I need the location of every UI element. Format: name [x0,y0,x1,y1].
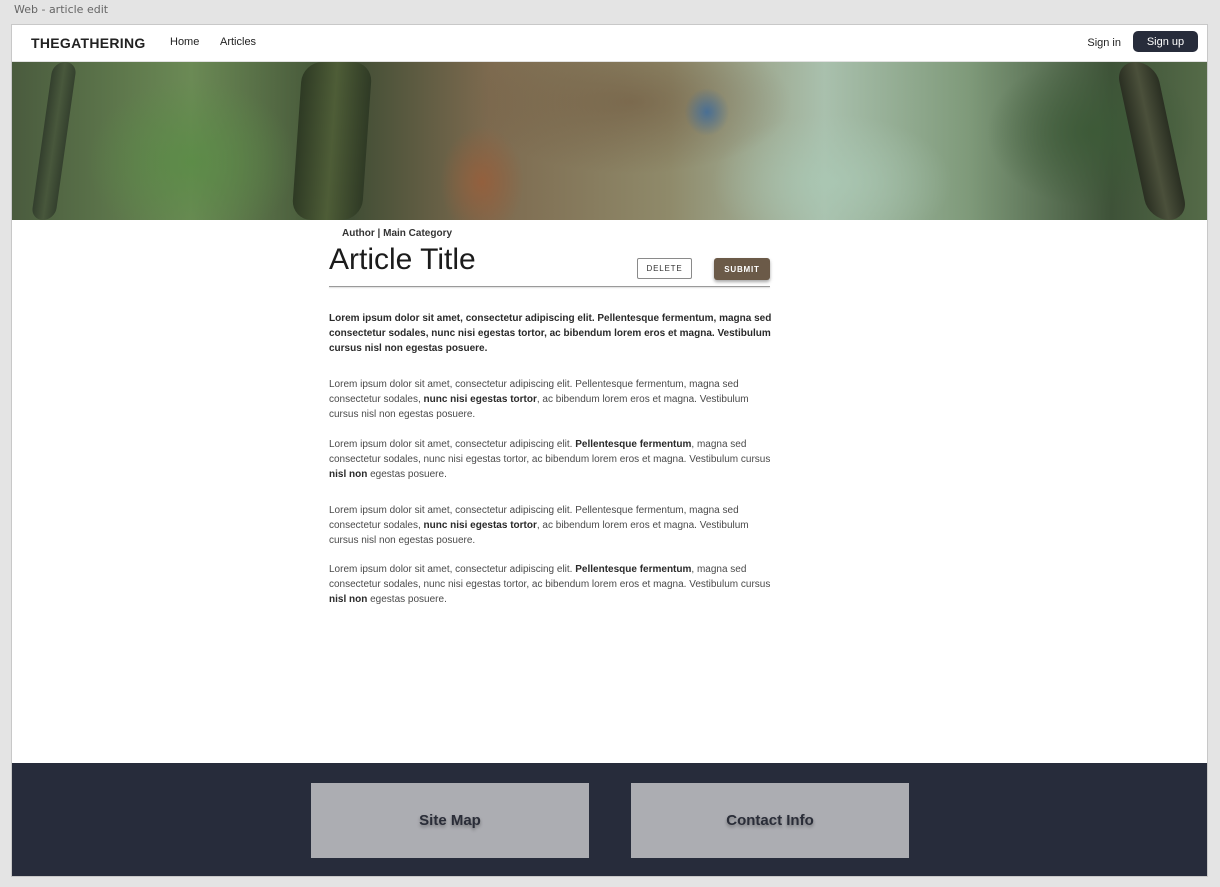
article-paragraph[interactable]: Lorem ipsum dolor sit amet, consectetur … [329,377,774,422]
bold-text: nisl non [329,469,368,480]
bold-text: nunc nisi egestas tortor [423,394,537,405]
sign-up-button[interactable]: Sign up [1133,31,1198,52]
article-paragraph[interactable]: Lorem ipsum dolor sit amet, consectetur … [329,311,774,356]
paragraph-text: Lorem ipsum dolor sit amet, consectetur … [329,313,772,354]
title-divider [329,286,770,287]
article-paragraph[interactable]: Lorem ipsum dolor sit amet, consectetur … [329,437,774,482]
hero-tree-trunk [1115,62,1189,220]
bold-text: nisl non [329,594,368,605]
submit-button[interactable]: SUBMIT [714,258,770,280]
delete-button[interactable]: DELETE [637,258,692,279]
window-title: Web - article edit [14,3,109,16]
article-paragraph[interactable]: Lorem ipsum dolor sit amet, consectetur … [329,562,774,607]
nav-articles-link[interactable]: Articles [220,36,256,48]
article-meta: Author | Main Category [342,228,453,239]
bold-text: Pellentesque fermentum [575,439,692,450]
contact-info-link[interactable]: Contact Info [631,783,909,858]
paragraph-text: egestas posuere. [367,594,447,605]
nav-home-link[interactable]: Home [170,36,199,48]
bold-text: nunc nisi egestas tortor [423,520,537,531]
hero-image [12,62,1207,220]
article-title[interactable]: Article Title [329,243,476,277]
paragraph-text: egestas posuere. [367,469,447,480]
bold-text: Pellentesque fermentum [575,564,692,575]
hero-tree-trunk [291,62,373,220]
site-map-link[interactable]: Site Map [311,783,589,858]
sign-in-link[interactable]: Sign in [1087,37,1121,49]
article-paragraph[interactable]: Lorem ipsum dolor sit amet, consectetur … [329,503,774,548]
top-nav: THEGATHERING Home Articles Sign in Sign … [12,25,1207,62]
paragraph-text: Lorem ipsum dolor sit amet, consectetur … [329,564,576,575]
site-logo[interactable]: THEGATHERING [31,35,146,51]
paragraph-text: Lorem ipsum dolor sit amet, consectetur … [329,439,576,450]
hero-tree-trunk [30,62,78,220]
footer: Site Map Contact Info [12,763,1207,876]
page: THEGATHERING Home Articles Sign in Sign … [11,24,1208,877]
